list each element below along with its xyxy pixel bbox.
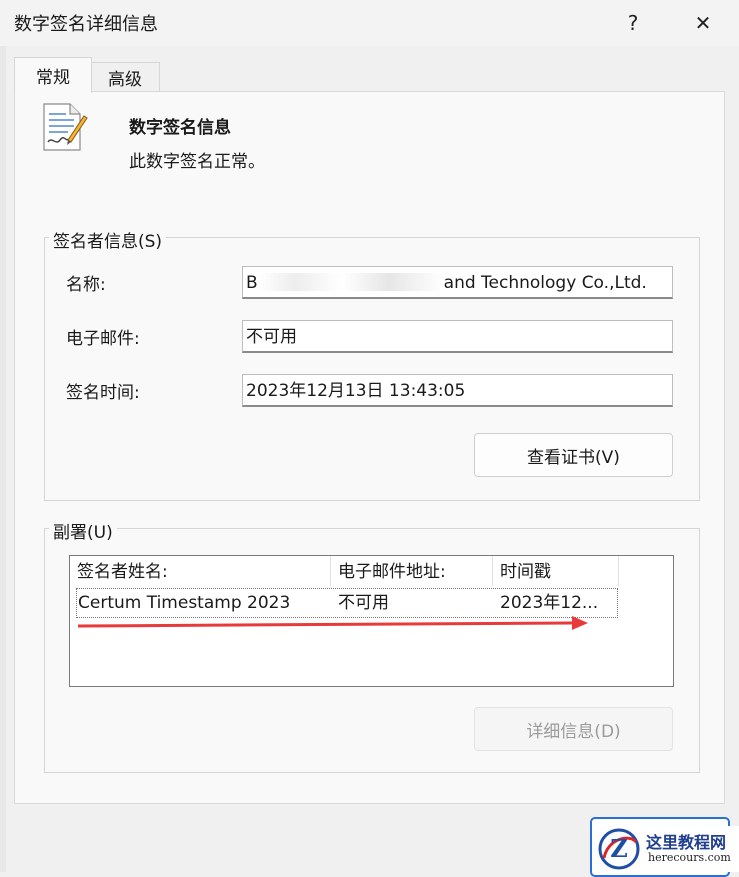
watermark-logo-icon: Z <box>598 828 640 870</box>
countersignatures-legend: 副署(U) <box>49 518 117 543</box>
window-title: 数字签名详细信息 <box>14 14 158 35</box>
signature-info-heading: 数字签名信息 <box>129 118 231 138</box>
name-value-suffix: and Technology Co.,Ltd. <box>443 273 647 293</box>
email-label: 电子邮件: <box>66 329 140 349</box>
watermark-url: herecours.com <box>648 851 731 864</box>
column-header-email[interactable]: 电子邮件地址: <box>331 556 493 586</box>
signing-time-label: 签名时间: <box>66 383 140 403</box>
view-certificate-button[interactable]: 查看证书(V) <box>474 433 673 477</box>
details-button: 详细信息(D) <box>474 707 673 751</box>
close-button[interactable]: ✕ <box>680 0 726 46</box>
svg-text:Z: Z <box>610 834 628 863</box>
signature-status-text: 此数字签名正常。 <box>129 152 265 172</box>
background-strip <box>0 46 6 872</box>
column-header-signer-name[interactable]: 签名者姓名: <box>70 556 331 586</box>
name-label: 名称: <box>66 275 106 295</box>
column-header-timestamp[interactable]: 时间戳 <box>493 556 619 586</box>
watermark: Z 这里教程网 herecours.com <box>596 826 739 872</box>
name-field[interactable]: Band Technology Co.,Ltd. <box>242 266 673 299</box>
tab-advanced[interactable]: 高级 <box>90 62 160 91</box>
email-field[interactable]: 不可用 <box>242 320 673 353</box>
signer-info-legend: 签名者信息(S) <box>49 227 167 252</box>
name-value-prefix: B <box>246 273 258 293</box>
signed-document-icon <box>40 102 88 152</box>
red-arrow-annotation <box>76 614 590 634</box>
watermark-text: 这里教程网 <box>646 833 727 852</box>
signing-time-field[interactable]: 2023年12月13日 13:43:05 <box>242 374 673 407</box>
help-button[interactable]: ? <box>610 0 656 46</box>
redacted-text <box>257 273 444 291</box>
tab-general[interactable]: 常规 <box>14 57 92 93</box>
